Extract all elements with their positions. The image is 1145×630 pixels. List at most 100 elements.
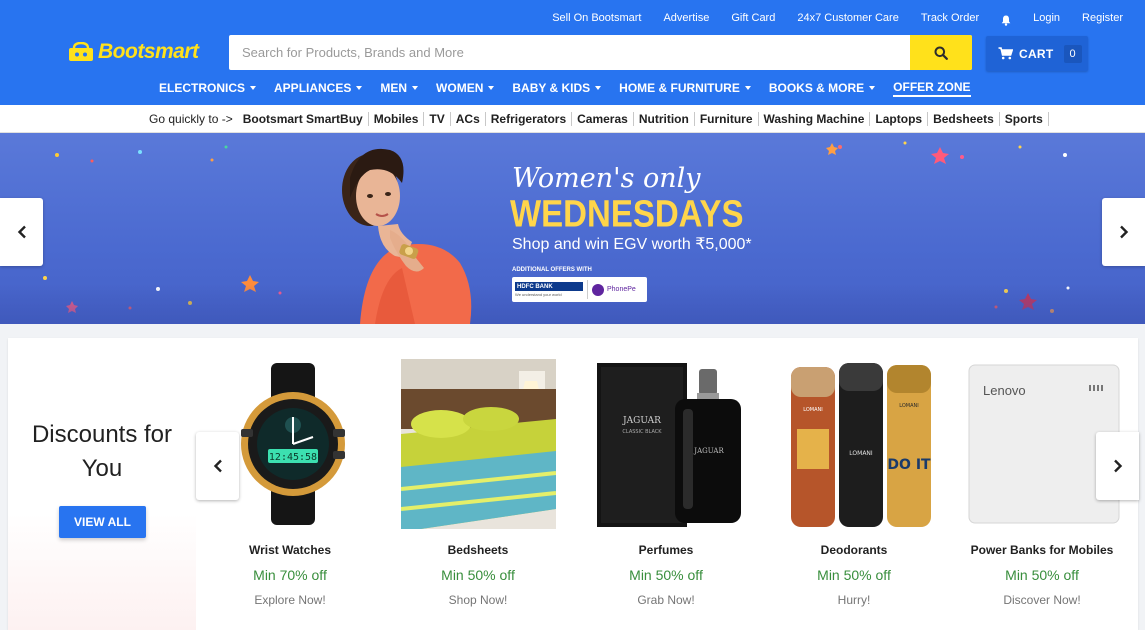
login-link[interactable]: Login (1033, 12, 1060, 24)
banner-next-button[interactable] (1102, 198, 1145, 266)
header: Sell On Bootsmart Advertise Gift Card 24… (0, 0, 1145, 105)
nav-baby-kids[interactable]: BABY & KIDS (512, 81, 602, 95)
deo3-label: DO IT (887, 457, 931, 473)
view-all-button[interactable]: VIEW ALL (59, 506, 146, 538)
phonepe-icon (592, 283, 604, 296)
hdfc-tagline: We understand your world (515, 292, 562, 297)
quick-link-mobiles[interactable]: Mobiles (369, 111, 425, 126)
perfume-image: JAGUAR CLASSIC BLACK JAGUAR (589, 359, 744, 529)
chevron-left-icon (213, 459, 222, 473)
promo-headline-script: Women's only (512, 163, 701, 194)
quick-link-cameras[interactable]: Cameras (572, 111, 634, 126)
deal-offer: Min 70% off (253, 567, 327, 583)
discounts-section: Discounts for You VIEW ALL 12:45:58 Wris… (8, 338, 1138, 630)
quick-link-smartbuy[interactable]: Bootsmart SmartBuy (238, 111, 369, 126)
additional-offers-label: ADDITIONAL OFFERS WITH (512, 267, 592, 273)
perfume-bottle-brand: JAGUAR (693, 447, 724, 455)
deodorant-image: LOMANI LOMANI LOMANI DO IT (777, 359, 932, 529)
deal-card-bedsheets[interactable]: Bedsheets Min 50% off Shop Now! (384, 338, 572, 630)
nav-electronics[interactable]: ELECTRONICS (159, 81, 257, 95)
brand-logo[interactable]: Bootsmart (68, 38, 199, 66)
quick-link-laptops[interactable]: Laptops (870, 111, 929, 126)
nav-men[interactable]: MEN (380, 81, 419, 95)
quick-link-refrigerators[interactable]: Refrigerators (486, 111, 573, 126)
caret-down-icon (488, 86, 495, 90)
nav-label: ELECTRONICS (159, 81, 246, 95)
quick-link-furniture[interactable]: Furniture (695, 111, 759, 126)
logo-cart-icon (69, 42, 93, 61)
promo-subtitle: Shop and win EGV worth ₹5,000* (512, 236, 752, 253)
deal-offer: Min 50% off (817, 567, 891, 583)
search-bar (229, 35, 972, 70)
deal-cta: Shop Now! (448, 593, 508, 607)
deal-name: Wrist Watches (248, 543, 332, 557)
deal-cta: Explore Now! (254, 593, 326, 607)
powerbank-brand: Lenovo (983, 383, 1026, 398)
quick-link-sports[interactable]: Sports (1000, 111, 1049, 126)
caret-down-icon (744, 86, 751, 90)
deals-next-button[interactable] (1096, 432, 1139, 500)
search-input[interactable] (229, 35, 910, 70)
nav-appliances[interactable]: APPLIANCES (274, 81, 363, 95)
banner-prev-button[interactable] (0, 198, 43, 266)
deal-offer: Min 50% off (441, 567, 515, 583)
nav-label: WOMEN (436, 81, 484, 95)
perfume-box-sub: CLASSIC BLACK (622, 429, 662, 435)
nav-label: APPLIANCES (274, 81, 352, 95)
hero-banner[interactable]: Women's only WEDNESDAYS Shop and win EGV… (0, 133, 1145, 324)
cart-label: CART (1019, 46, 1054, 61)
discounts-header: Discounts for You VIEW ALL (8, 338, 196, 630)
quick-link-acs[interactable]: ACs (451, 111, 486, 126)
chevron-left-icon (17, 225, 26, 239)
divider (587, 280, 588, 299)
cart-button[interactable]: CART 0 (986, 36, 1088, 71)
track-order-link[interactable]: Track Order (921, 12, 979, 24)
perfume-box-brand: JAGUAR (622, 416, 661, 426)
bell-icon[interactable] (1001, 13, 1011, 26)
sell-link[interactable]: Sell On Bootsmart (552, 12, 641, 24)
top-links: Sell On Bootsmart Advertise Gift Card 24… (552, 10, 1145, 26)
deo2-brand: LOMANI (849, 450, 873, 457)
deal-name: Bedsheets (447, 543, 509, 557)
phonepe-name: PhonePe (607, 286, 636, 293)
section-title: Discounts for You (8, 418, 196, 486)
advertise-link[interactable]: Advertise (663, 12, 709, 24)
nav-label: BABY & KIDS (512, 81, 591, 95)
quick-link-nutrition[interactable]: Nutrition (634, 111, 695, 126)
register-link[interactable]: Register (1082, 12, 1123, 24)
deal-card-deodorants[interactable]: LOMANI LOMANI LOMANI DO IT Deodorants Mi… (760, 338, 948, 630)
quick-link-washing-machine[interactable]: Washing Machine (759, 111, 871, 126)
deo1-brand: LOMANI (803, 407, 823, 413)
nav-label: HOME & FURNITURE (619, 81, 740, 95)
bank-partners: HDFC BANK We understand your world Phone… (512, 277, 647, 302)
quick-link-tv[interactable]: TV (424, 111, 451, 126)
deal-name: Power Banks for Mobiles (970, 543, 1114, 557)
deal-offer: Min 50% off (1005, 567, 1079, 583)
nav-offer-zone[interactable]: OFFER ZONE (893, 80, 971, 97)
customer-care-link[interactable]: 24x7 Customer Care (797, 12, 899, 24)
deal-card-perfumes[interactable]: JAGUAR CLASSIC BLACK JAGUAR Perfumes Min… (572, 338, 760, 630)
quick-link-bedsheets[interactable]: Bedsheets (928, 111, 1000, 126)
cart-icon (998, 47, 1013, 60)
hdfc-logo: HDFC BANK We understand your world (515, 280, 583, 299)
nav-label: BOOKS & MORE (768, 81, 865, 95)
chevron-right-icon (1113, 459, 1122, 473)
caret-down-icon (595, 86, 602, 90)
deals-prev-button[interactable] (196, 432, 239, 500)
search-icon (934, 46, 948, 60)
promo-headline: WEDNESDAYS (510, 192, 744, 235)
nav-women[interactable]: WOMEN (436, 81, 495, 95)
bedsheet-image (401, 359, 556, 529)
nav-home-furniture[interactable]: HOME & FURNITURE (619, 81, 751, 95)
search-button[interactable] (910, 35, 972, 70)
category-nav: ELECTRONICS APPLIANCES MEN WOMEN BABY & … (159, 79, 989, 97)
hdfc-name: HDFC BANK (515, 282, 583, 291)
deal-cta: Hurry! (837, 593, 871, 607)
phonepe-logo: PhonePe (592, 283, 636, 296)
deal-cta: Discover Now! (1003, 593, 1081, 607)
nav-books-more[interactable]: BOOKS & MORE (768, 81, 876, 95)
gift-card-link[interactable]: Gift Card (731, 12, 775, 24)
brand-name: Bootsmart (98, 40, 199, 63)
caret-down-icon (412, 86, 419, 90)
caret-down-icon (356, 86, 363, 90)
